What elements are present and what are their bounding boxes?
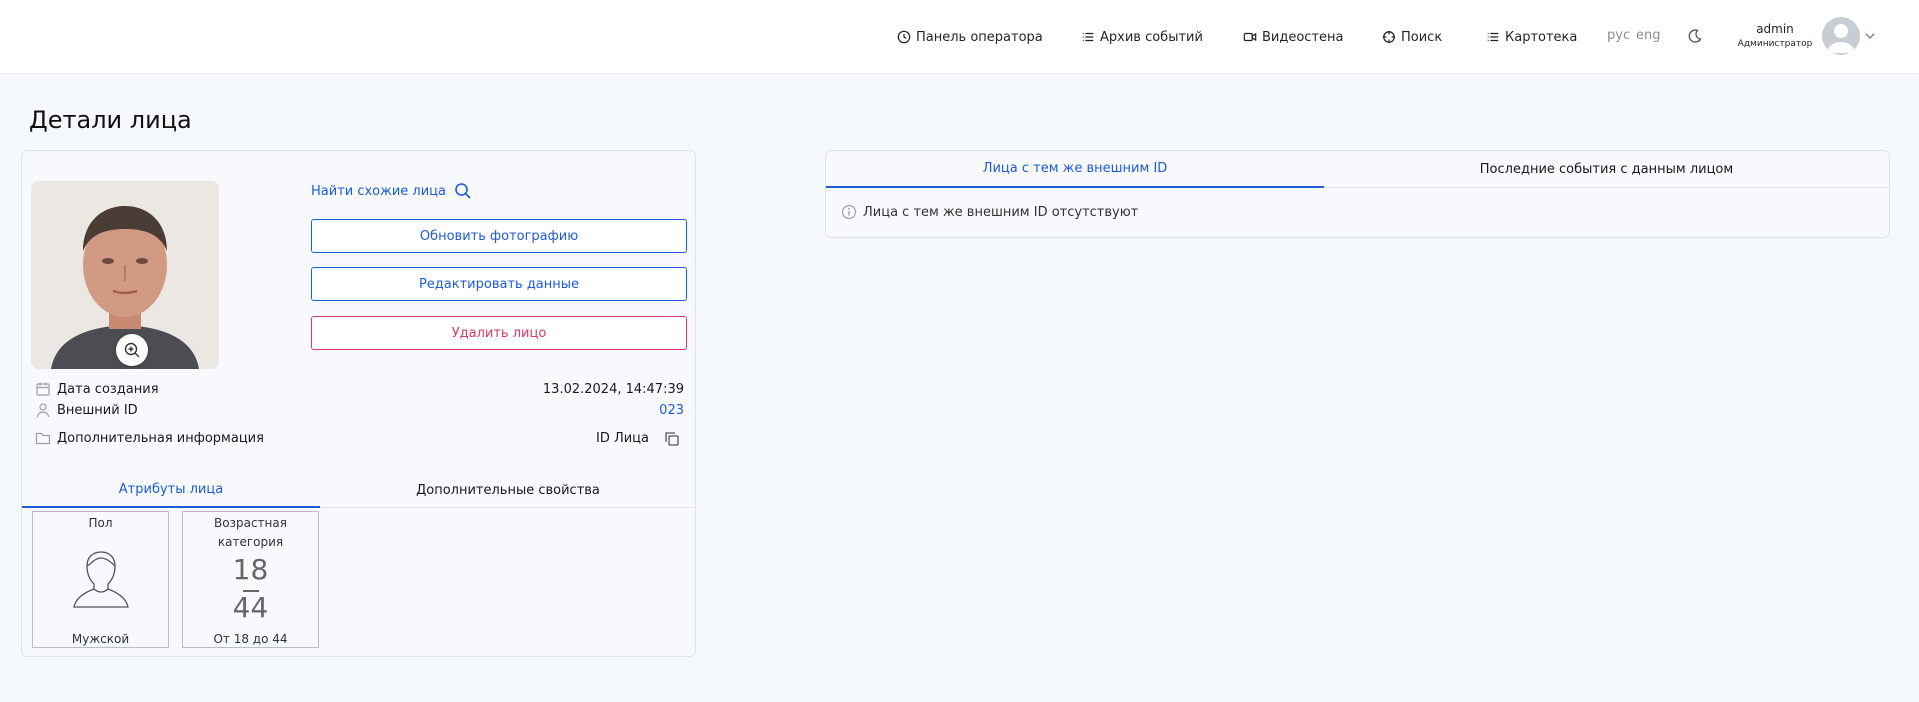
lang-ru[interactable]: рус — [1607, 28, 1630, 43]
folder-icon — [35, 432, 51, 445]
user-icon — [36, 403, 50, 418]
edit-data-button[interactable]: Редактировать данные — [311, 267, 687, 301]
user-name: admin — [1756, 22, 1794, 36]
tab-face-attributes[interactable]: Атрибуты лица — [22, 472, 320, 508]
find-similar-label: Найти схожие лица — [311, 183, 447, 199]
page-title: Детали лица — [29, 106, 192, 134]
user-role: Администратор — [1737, 39, 1813, 49]
tab-same-external-id[interactable]: Лица с тем же внешним ID — [826, 151, 1324, 188]
nav-video-wall[interactable]: Видеостена — [1243, 28, 1344, 46]
user-avatar-icon — [1827, 24, 1855, 53]
external-id-row: Внешний ID — [35, 402, 138, 418]
empty-notice-text: Лица с тем же внешним ID отсутствуют — [863, 204, 1139, 220]
empty-notice: Лица с тем же внешним ID отсутствуют — [841, 204, 1138, 220]
list-icon — [1082, 32, 1094, 42]
external-id-label: Внешний ID — [57, 402, 138, 418]
nav-card-index[interactable]: Картотека — [1486, 28, 1577, 46]
list-icon — [1487, 32, 1499, 42]
gender-value: Мужской — [71, 632, 130, 646]
related-card: Лица с тем же внешним ID Последние событ… — [825, 150, 1890, 238]
avatar[interactable] — [1822, 17, 1860, 55]
created-label: Дата создания — [57, 381, 159, 397]
video-camera-icon — [1243, 32, 1257, 42]
face-id-label: ID Лица — [595, 431, 649, 446]
nav-label: Архив событий — [1100, 29, 1203, 45]
moon-icon[interactable] — [1687, 28, 1703, 44]
nav-label: Картотека — [1505, 29, 1578, 45]
crosshair-icon — [1382, 30, 1396, 44]
top-bar: Панель оператора Архив событий Видеостен… — [0, 0, 1919, 74]
update-photo-button[interactable]: Обновить фотографию — [311, 219, 687, 253]
face-details-card: Найти схожие лица Обновить фотографию Ре… — [21, 150, 696, 657]
find-similar-faces-link[interactable]: Найти схожие лица — [311, 182, 472, 200]
calendar-icon — [36, 382, 50, 396]
nav-label: Поиск — [1401, 29, 1443, 45]
tab-recent-events[interactable]: Последние события с данным лицом — [1324, 151, 1889, 188]
lang-en[interactable]: eng — [1636, 28, 1661, 43]
zoom-in-icon — [124, 342, 140, 358]
nav-operator-panel[interactable]: Панель оператора — [897, 28, 1043, 46]
delete-face-button[interactable]: Удалить лицо — [311, 316, 687, 350]
related-tabs: Лица с тем же внешним ID Последние событ… — [826, 151, 1889, 188]
copy-icon[interactable] — [663, 430, 681, 448]
face-tabs: Атрибуты лица Дополнительные свойства — [22, 472, 695, 508]
nav-event-archive[interactable]: Архив событий — [1081, 28, 1203, 46]
chevron-down-icon[interactable] — [1864, 30, 1876, 42]
age-value: От 18 до 44 — [213, 632, 288, 646]
external-id-value[interactable]: 023 — [659, 403, 684, 418]
age-attribute: Возрастная категория 18 44 От 18 до 44 — [182, 511, 319, 648]
clock-icon — [897, 30, 911, 44]
created-date-row: Дата создания — [35, 381, 159, 397]
extra-info-label: Дополнительная информация — [57, 430, 264, 446]
zoom-photo-button[interactable] — [116, 334, 148, 366]
nav-search[interactable]: Поиск — [1382, 28, 1442, 46]
tab-additional-properties[interactable]: Дополнительные свойства — [320, 472, 696, 508]
search-icon — [455, 183, 471, 199]
gender-title: Пол — [88, 516, 113, 530]
male-silhouette-icon — [73, 551, 129, 608]
gender-attribute: Пол Мужской — [32, 511, 169, 648]
created-value: 13.02.2024, 14:47:39 — [542, 382, 684, 397]
nav-label: Панель оператора — [916, 29, 1043, 45]
face-photo — [31, 181, 219, 369]
age-title-line-2: категория — [217, 535, 284, 549]
extra-info-row: Дополнительная информация — [35, 430, 264, 446]
age-min: 18 — [232, 553, 269, 586]
age-max: 44 — [232, 591, 269, 624]
nav-label: Видеостена — [1262, 29, 1344, 45]
age-title-line-1: Возрастная — [214, 516, 287, 530]
info-icon — [841, 204, 857, 220]
